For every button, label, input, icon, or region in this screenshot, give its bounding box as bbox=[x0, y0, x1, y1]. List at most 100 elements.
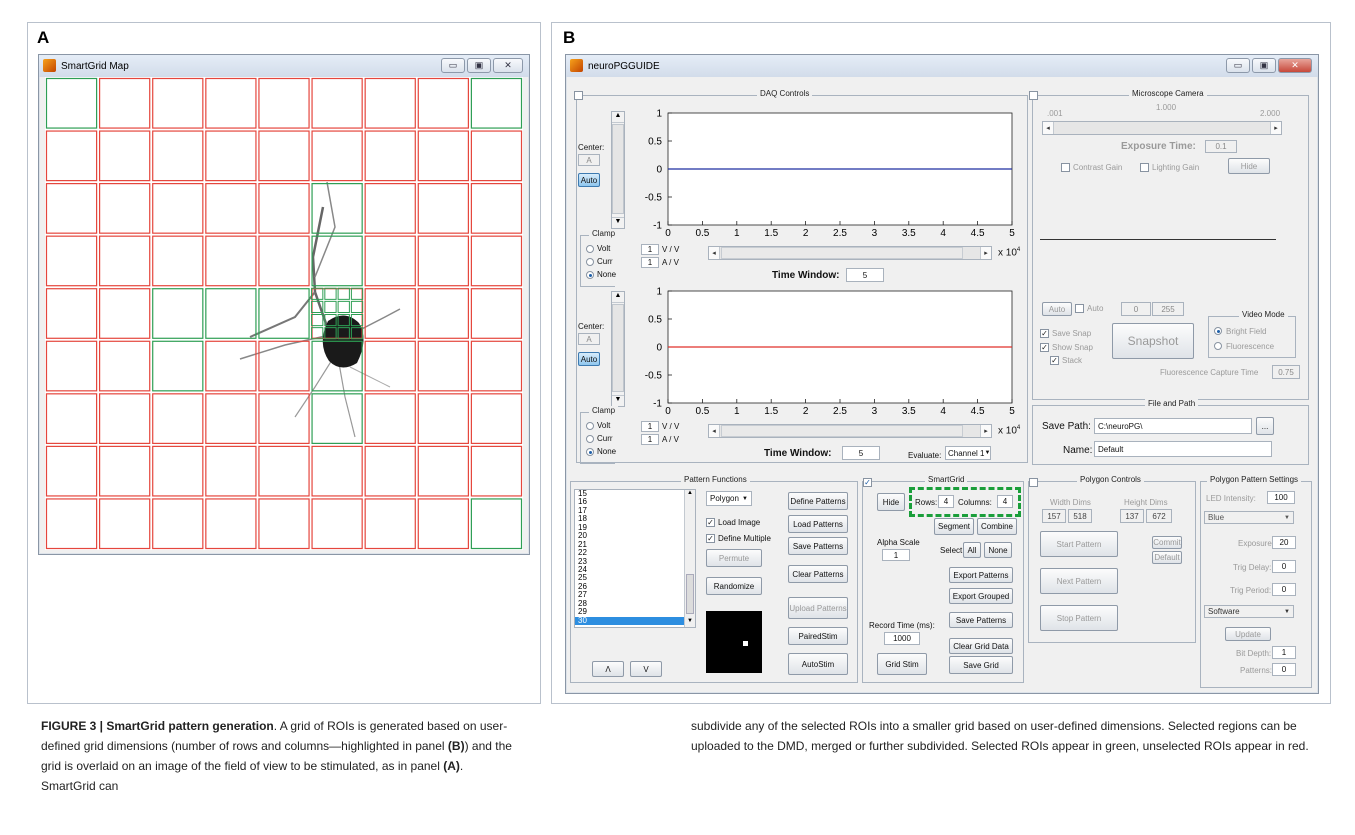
auto-range-checkbox[interactable] bbox=[1075, 304, 1084, 313]
camera-enable-checkbox[interactable] bbox=[1029, 91, 1038, 100]
record-time-field[interactable]: 1000 bbox=[884, 632, 920, 645]
capture-time-field[interactable]: 0.75 bbox=[1272, 365, 1300, 379]
height-max-field[interactable]: 672 bbox=[1146, 509, 1172, 523]
update-button[interactable]: Update bbox=[1225, 627, 1271, 641]
close-button[interactable]: ✕ bbox=[1278, 58, 1312, 73]
volt-gain-field[interactable]: 1 bbox=[641, 244, 659, 255]
list-item[interactable]: 25 bbox=[575, 573, 695, 582]
pattern-listbox[interactable]: 15 16 17 18 19 20 21 22 23 24 25 26 27 28 29 30 ▲ ▼ bbox=[574, 489, 696, 628]
color-select[interactable]: Blue ▼ bbox=[1204, 511, 1294, 524]
start-pattern-button[interactable]: Start Pattern bbox=[1040, 531, 1118, 557]
exposure-slider[interactable]: ◂ ▸ bbox=[1042, 121, 1282, 135]
list-item[interactable]: 20 bbox=[575, 531, 695, 540]
clear-grid-data-button[interactable]: Clear Grid Data bbox=[949, 638, 1013, 654]
save-snap-checkbox[interactable]: ✓ bbox=[1040, 329, 1049, 338]
segment-button[interactable]: Segment bbox=[934, 518, 974, 535]
center-field[interactable]: A bbox=[578, 154, 600, 166]
list-item[interactable]: 24 bbox=[575, 565, 695, 574]
volt-radio[interactable] bbox=[586, 422, 594, 430]
channel1-vertical-scrollbar[interactable]: ▲ ▼ bbox=[611, 111, 625, 229]
curr-radio[interactable] bbox=[586, 258, 594, 266]
contrast-gain-checkbox[interactable] bbox=[1061, 163, 1070, 172]
curr-gain-field[interactable]: 1 bbox=[641, 434, 659, 445]
smartgrid-hide-button[interactable]: Hide bbox=[877, 493, 905, 511]
alpha-scale-field[interactable]: 1 bbox=[882, 549, 910, 561]
export-grouped-button[interactable]: Export Grouped bbox=[949, 588, 1013, 604]
trigger-select[interactable]: Software ▼ bbox=[1204, 605, 1294, 618]
minimize-button[interactable]: ▭ bbox=[1226, 58, 1250, 73]
auto-range-button[interactable]: Auto bbox=[1042, 302, 1072, 316]
none-radio[interactable] bbox=[586, 448, 594, 456]
channel1-time-scrollbar[interactable]: ◂ ▸ bbox=[708, 246, 992, 260]
name-field[interactable]: Default bbox=[1094, 441, 1272, 457]
save-path-field[interactable]: C:\neuroPG\ bbox=[1094, 418, 1252, 434]
browse-button[interactable]: ... bbox=[1256, 417, 1274, 435]
list-item[interactable]: 15 bbox=[575, 490, 695, 498]
export-patterns-button[interactable]: Export Patterns bbox=[949, 567, 1013, 583]
evaluate-select[interactable]: Channel 1 ▼ bbox=[945, 446, 991, 460]
define-patterns-button[interactable]: Define Patterns bbox=[788, 492, 848, 510]
range-max-field[interactable]: 255 bbox=[1152, 302, 1184, 316]
list-down-button[interactable]: V bbox=[630, 661, 662, 677]
randomize-button[interactable]: Randomize bbox=[706, 577, 762, 595]
lighting-gain-checkbox[interactable] bbox=[1140, 163, 1149, 172]
next-pattern-button[interactable]: Next Pattern bbox=[1040, 568, 1118, 594]
default-button[interactable]: Default bbox=[1152, 551, 1182, 564]
trig-delay-field[interactable]: 0 bbox=[1272, 560, 1296, 573]
shape-select[interactable]: Polygon ▼ bbox=[706, 491, 752, 506]
list-item[interactable]: 17 bbox=[575, 506, 695, 515]
curr-gain-field[interactable]: 1 bbox=[641, 257, 659, 268]
select-all-button[interactable]: All bbox=[963, 542, 981, 558]
channel2-plot[interactable]: 10.50-0.5-10 0.5 1 1.5 2 2.5 3 3.5 4 4.5 5 bbox=[626, 283, 1026, 423]
daq-enable-checkbox[interactable] bbox=[574, 91, 583, 100]
snapshot-button[interactable]: Snapshot bbox=[1112, 323, 1194, 359]
auto-stim-button[interactable]: AutoStim bbox=[788, 653, 848, 675]
grid-stim-button[interactable]: Grid Stim bbox=[877, 653, 927, 675]
list-item[interactable]: 18 bbox=[575, 514, 695, 523]
list-item[interactable]: 22 bbox=[575, 548, 695, 557]
center-field[interactable]: A bbox=[578, 333, 600, 345]
define-multiple-checkbox[interactable]: ✓ bbox=[706, 534, 715, 543]
width-min-field[interactable]: 157 bbox=[1042, 509, 1066, 523]
smartgrid-enable-checkbox[interactable]: ✓ bbox=[863, 478, 872, 487]
smartgrid-save-patterns-button[interactable]: Save Patterns bbox=[949, 612, 1013, 628]
led-intensity-field[interactable]: 100 bbox=[1267, 491, 1295, 504]
load-patterns-button[interactable]: Load Patterns bbox=[788, 515, 848, 533]
stop-pattern-button[interactable]: Stop Pattern bbox=[1040, 605, 1118, 631]
none-radio[interactable] bbox=[586, 271, 594, 279]
list-item[interactable]: 26 bbox=[575, 582, 695, 591]
camera-hide-button[interactable]: Hide bbox=[1228, 158, 1270, 174]
paired-stim-button[interactable]: PairedStim bbox=[788, 627, 848, 645]
fluorescence-radio[interactable] bbox=[1214, 342, 1222, 350]
list-item[interactable]: 27 bbox=[575, 590, 695, 599]
upload-patterns-button[interactable]: Upload Patterns bbox=[788, 597, 848, 619]
list-item[interactable]: 16 bbox=[575, 497, 695, 506]
rows-field[interactable]: 4 bbox=[938, 495, 954, 508]
maximize-button[interactable]: ▣ bbox=[467, 58, 491, 73]
load-image-checkbox[interactable]: ✓ bbox=[706, 518, 715, 527]
channel2-time-scrollbar[interactable]: ◂ ▸ bbox=[708, 424, 992, 438]
auto-button[interactable]: Auto bbox=[578, 352, 600, 366]
width-max-field[interactable]: 518 bbox=[1068, 509, 1092, 523]
list-up-button[interactable]: Λ bbox=[592, 661, 624, 677]
combine-button[interactable]: Combine bbox=[977, 518, 1017, 535]
channel1-plot[interactable]: 10.50-0.5-10 0.5 1 1.5 2 2.5 3 3.5 4 4.5 5 bbox=[626, 105, 1026, 245]
map-canvas[interactable] bbox=[45, 77, 523, 550]
list-item[interactable]: 30 bbox=[575, 616, 695, 625]
exposure-field[interactable]: 20 bbox=[1272, 536, 1296, 549]
permute-button[interactable]: Permute bbox=[706, 549, 762, 567]
maximize-button[interactable]: ▣ bbox=[1252, 58, 1276, 73]
volt-radio[interactable] bbox=[586, 245, 594, 253]
curr-radio[interactable] bbox=[586, 435, 594, 443]
save-grid-button[interactable]: Save Grid bbox=[949, 656, 1013, 674]
bright-field-radio[interactable] bbox=[1214, 327, 1222, 335]
trig-period-field[interactable]: 0 bbox=[1272, 583, 1296, 596]
close-button[interactable]: ✕ bbox=[493, 58, 523, 73]
patterns-field[interactable]: 0 bbox=[1272, 663, 1296, 676]
height-min-field[interactable]: 137 bbox=[1120, 509, 1144, 523]
channel2-vertical-scrollbar[interactable]: ▲ ▼ bbox=[611, 291, 625, 407]
stack-checkbox[interactable]: ✓ bbox=[1050, 356, 1059, 365]
exposure-time-field[interactable]: 0.1 bbox=[1205, 140, 1237, 153]
list-item[interactable]: 23 bbox=[575, 557, 695, 566]
select-none-button[interactable]: None bbox=[984, 542, 1012, 558]
